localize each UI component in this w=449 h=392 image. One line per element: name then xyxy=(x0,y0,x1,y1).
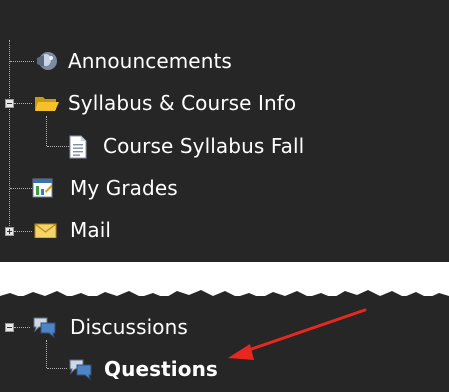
tree-connector xyxy=(14,231,32,232)
course-menu-tree-bottom: Discussions Questions xyxy=(0,296,449,392)
tree-item-label: Announcements xyxy=(68,49,232,73)
folder-open-icon xyxy=(35,97,59,111)
tree-item-label: Questions xyxy=(104,357,218,381)
tree-connector xyxy=(10,61,34,62)
torn-edge-top xyxy=(0,238,449,260)
tree-item-label: Course Syllabus Fall xyxy=(103,134,305,158)
tree-item-label: Syllabus & Course Info xyxy=(68,91,297,115)
tree-connector xyxy=(9,40,10,230)
tree-item-discussions[interactable]: Discussions xyxy=(32,312,188,342)
grades-icon xyxy=(32,178,53,198)
tree-item-course-syllabus-fall[interactable]: Course Syllabus Fall xyxy=(68,131,304,161)
discussion-icon xyxy=(69,359,92,381)
tree-connector xyxy=(46,340,47,368)
expand-toggle[interactable] xyxy=(5,227,14,236)
tree-connector xyxy=(46,116,47,146)
tree-connector xyxy=(47,368,67,369)
tree-item-syllabus-course-info[interactable]: Syllabus & Course Info xyxy=(32,88,296,118)
tree-connector xyxy=(10,188,32,189)
tree-connector xyxy=(14,327,30,328)
course-menu-tree-top: Announcements Syllabus & Course Info Cou… xyxy=(0,0,449,262)
discussion-icon xyxy=(33,317,56,339)
tree-connector xyxy=(47,146,69,147)
megaphone-icon xyxy=(37,52,57,70)
tree-item-label: Discussions xyxy=(70,315,188,339)
tree-item-label: My Grades xyxy=(70,176,178,200)
collapse-toggle[interactable] xyxy=(5,99,14,108)
tree-connector xyxy=(14,103,32,104)
tree-item-questions[interactable]: Questions xyxy=(68,354,218,384)
document-icon xyxy=(69,135,87,159)
tree-item-my-grades[interactable]: My Grades xyxy=(32,173,178,203)
collapse-toggle[interactable] xyxy=(5,323,14,332)
tree-item-announcements[interactable]: Announcements xyxy=(32,46,232,76)
